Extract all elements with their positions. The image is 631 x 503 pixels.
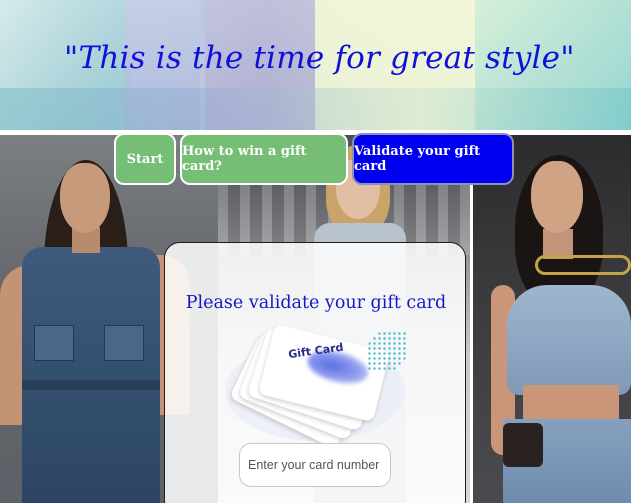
validate-card-panel: Please validate your gift card Gift Card xyxy=(164,242,466,503)
start-button[interactable]: Start xyxy=(114,133,176,185)
model-necklace xyxy=(535,255,631,275)
page-tagline: "This is the time for great style" xyxy=(64,40,575,76)
model-denim-top xyxy=(507,285,631,395)
dot-pattern-icon xyxy=(367,331,407,371)
validate-gift-card-button[interactable]: Validate your gift card xyxy=(352,133,514,185)
model-handbag xyxy=(503,423,543,467)
header-banner: "This is the time for great style" xyxy=(0,0,631,130)
model-face xyxy=(60,163,110,233)
banner-tile xyxy=(0,88,631,130)
dress-pocket xyxy=(104,325,144,361)
model-photo-right xyxy=(473,135,631,503)
card-number-input[interactable] xyxy=(239,443,391,487)
model-face xyxy=(531,161,583,233)
model-midriff xyxy=(523,385,619,421)
model-denim-dress xyxy=(22,247,160,503)
how-to-win-button[interactable]: How to win a gift card? xyxy=(180,133,348,185)
dress-belt xyxy=(22,380,160,390)
dress-pocket xyxy=(34,325,74,361)
validate-card-title: Please validate your gift card xyxy=(185,293,447,313)
gift-card-stack-icon: Gift Card xyxy=(225,323,407,450)
